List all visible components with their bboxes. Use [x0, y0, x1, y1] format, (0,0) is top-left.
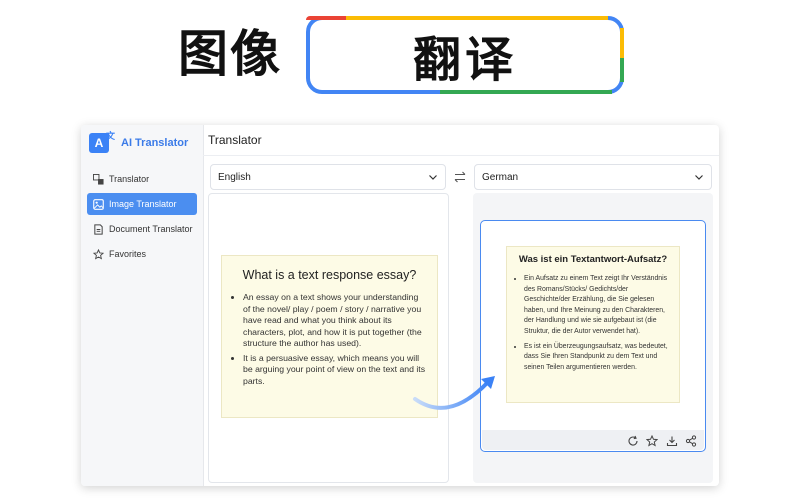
target-language-value: German — [482, 171, 519, 183]
sidebar-item-label: Image Translator — [109, 199, 177, 209]
sidebar-item-translator[interactable]: Translator — [87, 168, 197, 190]
brand[interactable]: A文 AI Translator — [89, 131, 189, 154]
image-icon — [93, 198, 104, 210]
translated-image-card: Was ist ein Textantwort-Aufsatz? Ein Auf… — [506, 246, 680, 403]
result-toolbar — [482, 430, 704, 450]
source-language-select[interactable]: English — [210, 164, 446, 190]
target-language-select[interactable]: German — [474, 164, 712, 190]
refresh-icon[interactable] — [627, 434, 639, 446]
translated-card-bullets: Ein Aufsatz zu einem Text zeigt Ihr Vers… — [514, 274, 672, 373]
app-logo-icon: A文 — [89, 131, 115, 153]
list-item: An essay on a text shows your understand… — [243, 292, 427, 350]
sidebar-item-document-translator[interactable]: Document Translator — [87, 218, 197, 240]
star-icon[interactable] — [645, 434, 659, 447]
source-image-card: What is a text response essay? An essay … — [221, 255, 438, 418]
download-icon[interactable] — [666, 434, 678, 447]
translated-card-title: Was ist ein Textantwort-Aufsatz? — [518, 254, 668, 265]
sidebar-item-label: Translator — [109, 174, 150, 184]
list-item: It is a persuasive essay, which means yo… — [243, 353, 427, 388]
brand-name: AI Translator — [121, 137, 189, 149]
swap-languages-icon[interactable] — [453, 170, 467, 184]
sidebar-item-image-translator[interactable]: Image Translator — [87, 193, 197, 215]
share-icon[interactable] — [685, 434, 697, 447]
page-title: Translator — [208, 133, 262, 147]
source-language-value: English — [218, 171, 251, 183]
sidebar-item-label: Document Translator — [109, 224, 193, 234]
chevron-down-icon — [429, 175, 437, 180]
chevron-down-icon — [695, 175, 703, 180]
banner-title: 图像 — [178, 25, 282, 83]
app-window: A文 AI Translator Translator Image Transl… — [81, 125, 719, 486]
list-item: Ein Aufsatz zu einem Text zeigt Ihr Vers… — [524, 274, 672, 338]
curved-arrow-icon — [413, 376, 495, 410]
source-card-bullets: An essay on a text shows your understand… — [232, 292, 427, 387]
source-card-title: What is a text response essay? — [242, 268, 417, 282]
favorites-icon — [93, 248, 104, 260]
sidebar-nav: Translator Image Translator Document Tra… — [87, 168, 197, 268]
header-divider — [203, 155, 719, 156]
banner-highlight-word: 翻译 — [412, 32, 517, 88]
sidebar-item-favorites[interactable]: Favorites — [87, 243, 197, 265]
sidebar: A文 AI Translator Translator Image Transl… — [81, 125, 204, 486]
translate-icon — [93, 173, 104, 185]
sidebar-item-label: Favorites — [109, 249, 147, 259]
document-icon — [93, 223, 104, 235]
list-item: Es ist ein Überzeugungsaufsatz, was bede… — [524, 342, 672, 374]
